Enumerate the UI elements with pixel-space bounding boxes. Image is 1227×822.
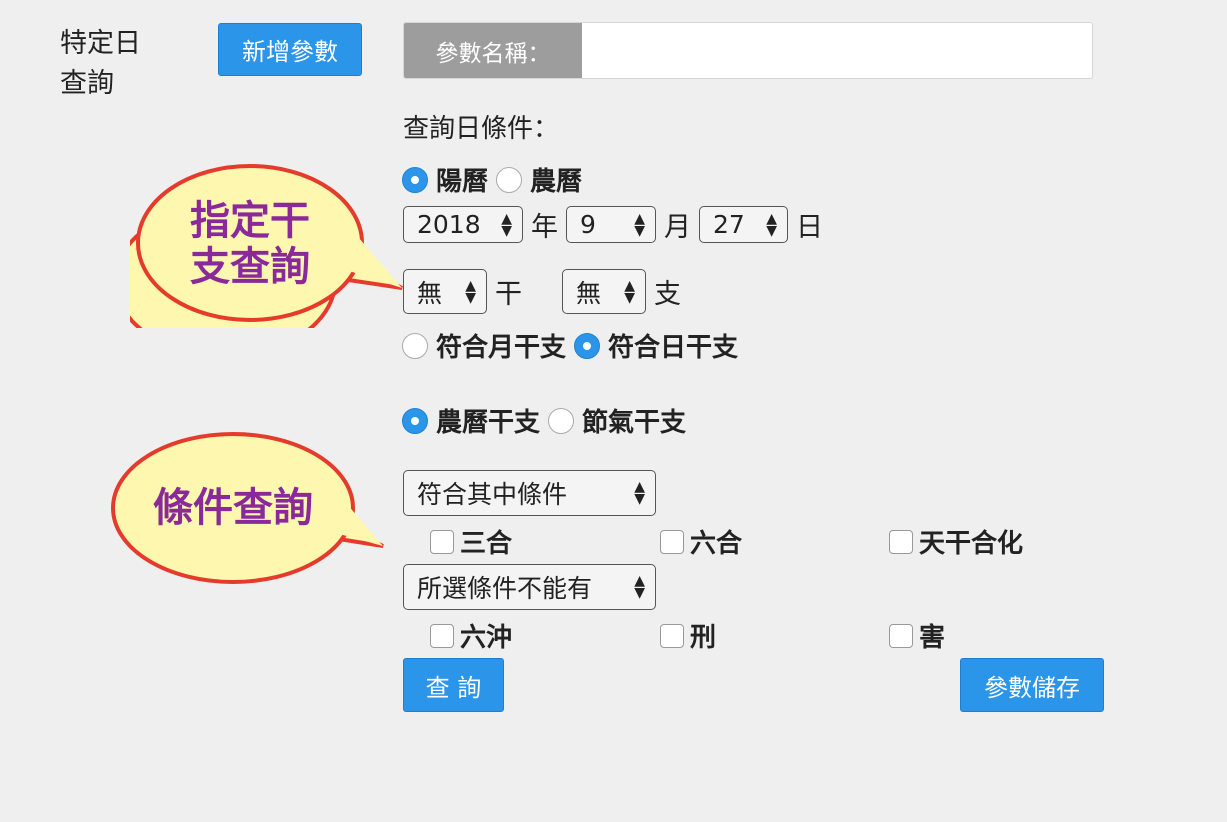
radio-solar-term-ganzhi-label[interactable]: 節氣干支 [582,402,686,439]
condition1-checkbox-3[interactable]: 天干合化 [889,523,1023,560]
branch-select-value: 無 [576,278,602,308]
calendar-radio-group: 陽曆 農曆 [402,161,590,198]
callout-condition-text: 條件查詢 [153,485,313,531]
select-arrows-icon: ▲ ▼ [634,573,645,601]
checkbox[interactable] [889,529,913,554]
branch-select[interactable]: 無 ▲ ▼ [562,269,646,314]
select-arrows-icon: ▲ ▼ [624,277,635,306]
radio-match-day[interactable] [574,332,601,359]
param-name-input[interactable] [582,23,1092,78]
radio-match-day-label[interactable]: 符合日干支 [608,327,738,364]
callout-ganzhi-text: 指定干 支查詢 [140,198,360,290]
select-arrows-icon: ▲ ▼ [634,210,645,239]
radio-solar-term-ganzhi[interactable] [548,407,575,434]
ganzhi-row: 無 ▲ ▼ 干 無 ▲ ▼ 支 [403,269,689,314]
checkbox[interactable] [430,529,454,554]
date-row: 2018 ▲ ▼ 年 9 ▲ ▼ 月 27 ▲ ▼ 日 [403,205,831,244]
checkbox[interactable] [660,529,684,554]
select-arrows-icon: ▲ ▼ [634,479,645,507]
param-name-group: 參數名稱： [403,22,1093,79]
query-date-title: 查詢日條件： [403,114,560,144]
stem-select[interactable]: 無 ▲ ▼ [403,269,487,314]
condition1-checkbox-2[interactable]: 六合 [660,523,742,560]
condition2-checkbox-2[interactable]: 刑 [660,617,716,654]
select-arrows-icon: ▲ ▼ [465,277,476,306]
month-select[interactable]: 9 ▲ ▼ [566,206,656,243]
match-radio-group: 符合月干支 符合日干支 [402,327,746,364]
radio-lunar[interactable] [496,166,523,193]
checkbox-label[interactable]: 刑 [690,617,716,654]
checkbox-label[interactable]: 三合 [460,523,512,560]
ganzhi-type-radio-group: 農曆干支 節氣干支 [402,402,694,439]
add-param-button[interactable]: 新增參數 [218,23,362,76]
condition2-checkbox-1[interactable]: 六沖 [430,617,512,654]
month-unit: 月 [664,212,691,243]
stem-unit: 干 [495,279,522,310]
stem-select-value: 無 [417,278,443,308]
page-title: 特定日 查詢 [60,24,160,104]
condition2-select-value: 所選條件不能有 [417,574,593,603]
query-button[interactable]: 查 詢 [403,658,504,712]
year-select-value: 2018 [417,210,481,239]
day-select-value: 27 [713,210,745,239]
param-name-label: 參數名稱： [404,23,582,78]
radio-solar-label[interactable]: 陽曆 [436,161,488,198]
checkbox-label[interactable]: 天干合化 [919,523,1023,560]
condition1-select-value: 符合其中條件 [417,480,568,509]
radio-match-month-label[interactable]: 符合月干支 [436,327,566,364]
day-select[interactable]: 27 ▲ ▼ [699,206,788,243]
callout-ganzhi-line2: 支查詢 [190,244,310,290]
checkbox[interactable] [660,623,684,648]
radio-lunar-label[interactable]: 農曆 [530,161,582,198]
month-select-value: 9 [580,210,596,239]
select-arrows-icon: ▲ ▼ [501,210,512,239]
page-title-line2: 查詢 [60,68,114,99]
page-title-line1: 特定日 [60,28,141,59]
year-select[interactable]: 2018 ▲ ▼ [403,206,523,243]
condition1-checkbox-1[interactable]: 三合 [430,523,512,560]
checkbox-label[interactable]: 害 [919,617,945,654]
radio-lunar-ganzhi-label[interactable]: 農曆干支 [436,402,540,439]
radio-lunar-ganzhi[interactable] [402,407,428,434]
checkbox[interactable] [430,623,454,648]
checkbox[interactable] [889,623,913,648]
year-unit: 年 [531,212,558,243]
callout-ganzhi-line1: 指定干 [190,198,310,244]
condition2-checkbox-3[interactable]: 害 [889,617,945,654]
branch-unit: 支 [654,279,681,310]
select-arrows-icon: ▲ ▼ [766,210,777,239]
day-unit: 日 [796,212,823,243]
condition1-select[interactable]: 符合其中條件 ▲ ▼ [403,470,656,516]
radio-match-month[interactable] [402,332,428,359]
condition2-select[interactable]: 所選條件不能有 ▲ ▼ [403,564,656,610]
save-params-button[interactable]: 參數儲存 [960,658,1104,712]
checkbox-label[interactable]: 六合 [690,523,742,560]
checkbox-label[interactable]: 六沖 [460,617,512,654]
